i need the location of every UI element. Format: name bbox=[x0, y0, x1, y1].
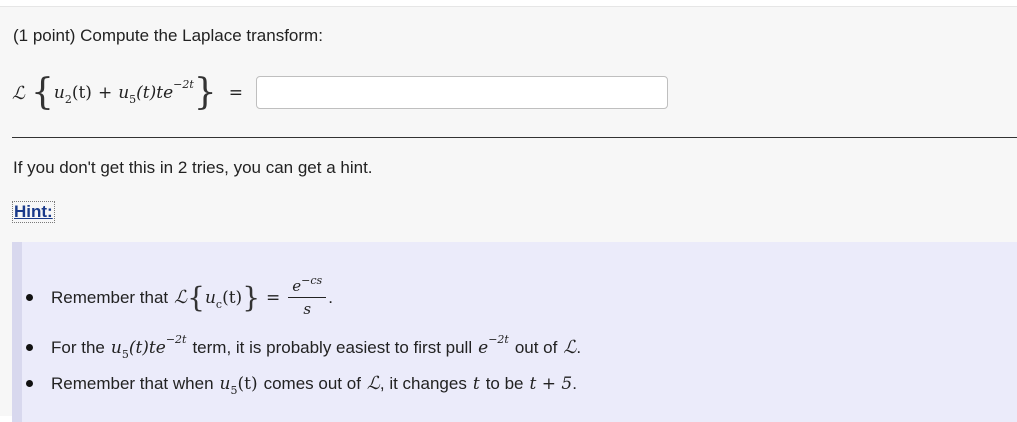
hint-link[interactable]: Hint: bbox=[12, 201, 55, 223]
term1: u2(t) bbox=[53, 83, 92, 106]
term2: u5(t)te−2t bbox=[118, 78, 194, 106]
laplace-equation: ℒ { u2(t) + u5(t)te−2t } = bbox=[12, 71, 243, 115]
plus-sign: + bbox=[97, 83, 113, 103]
hint-notice: If you don't get this in 2 tries, you ca… bbox=[13, 158, 373, 177]
open-brace: { bbox=[30, 72, 54, 113]
bullet-dot bbox=[26, 344, 33, 351]
problem-panel: (1 point) Compute the Laplace transform:… bbox=[0, 6, 1017, 422]
laplace-operator: ℒ bbox=[12, 82, 25, 104]
answer-input[interactable] bbox=[256, 76, 668, 109]
divider bbox=[12, 137, 1017, 138]
problem-title: (1 point) Compute the Laplace transform: bbox=[13, 26, 323, 45]
fraction: e−cs s bbox=[288, 274, 327, 318]
bullet-dot bbox=[26, 380, 33, 387]
hint-box bbox=[12, 242, 1017, 422]
bullet-dot bbox=[26, 294, 33, 301]
close-brace: } bbox=[193, 72, 217, 113]
hint-bullet-3: Remember that when u5(t) comes out of ℒ … bbox=[26, 373, 577, 397]
hint-bullet-1: Remember that ℒ { uc(t) } = e−cs s . bbox=[26, 274, 333, 318]
hint-bullet-2: For the u5(t)te−2t term, it is probably … bbox=[26, 333, 581, 361]
equals-sign: = bbox=[228, 83, 243, 103]
